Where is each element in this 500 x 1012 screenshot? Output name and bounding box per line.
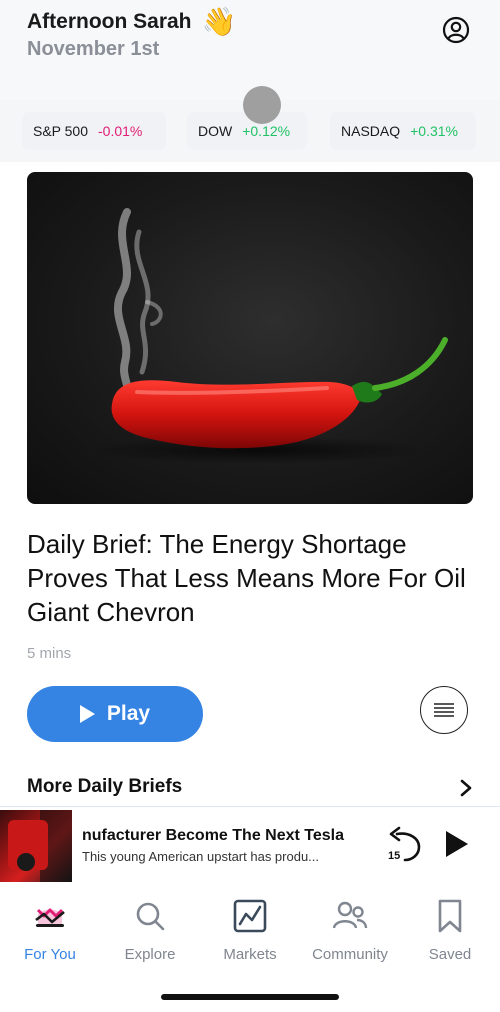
header: Afternoon Sarah 👋 November 1st — [0, 0, 500, 100]
tab-markets[interactable]: Markets — [200, 898, 300, 963]
home-indicator[interactable] — [161, 994, 339, 1000]
greeting: Afternoon Sarah 👋 — [27, 8, 236, 36]
date-label: November 1st — [27, 38, 160, 60]
hero-image-red-chili[interactable] — [27, 172, 473, 504]
play-icon — [79, 705, 95, 723]
ticker-change: +0.31% — [410, 123, 458, 139]
mini-player-thumbnail — [0, 810, 72, 882]
mini-player-subtitle: This young American upstart has produ... — [82, 849, 320, 864]
tab-label: Community — [312, 946, 388, 963]
tab-for-you[interactable]: For You — [0, 898, 100, 963]
text-lines-icon — [434, 703, 454, 717]
tab-label: Markets — [223, 946, 277, 963]
ticker-change: +0.12% — [242, 123, 291, 139]
touch-indicator — [243, 86, 281, 124]
chili-pepper-illustration — [87, 208, 448, 464]
ticker-sp500[interactable]: S&P 500 -0.01% — [22, 112, 166, 150]
play-label: Play — [106, 702, 151, 725]
mini-player[interactable]: nufacturer Become The Next Tesla This yo… — [0, 806, 500, 882]
people-icon — [332, 901, 368, 929]
waving-hand-emoji: 👋 — [201, 6, 237, 37]
rewind-seconds-label: 15 — [388, 850, 400, 862]
greeting-text: Afternoon Sarah — [27, 10, 192, 33]
ticker-change: -0.01% — [98, 123, 143, 139]
tab-explore[interactable]: Explore — [100, 898, 200, 963]
tab-community[interactable]: Community — [300, 898, 400, 963]
play-button[interactable]: Play — [27, 686, 203, 742]
transcript-button[interactable] — [420, 686, 468, 734]
mini-player-title: nufacturer Become The Next Tesla — [82, 827, 345, 844]
tab-label: Explore — [124, 946, 176, 963]
mini-play-icon[interactable] — [444, 829, 470, 859]
profile-icon[interactable] — [442, 16, 470, 44]
for-you-icon — [35, 908, 65, 927]
tab-bar: For You Explore Markets Community Saved — [0, 882, 500, 1012]
search-icon — [136, 902, 165, 931]
tab-saved[interactable]: Saved — [400, 898, 500, 963]
more-daily-briefs-link[interactable]: More Daily Briefs — [27, 776, 182, 798]
tab-label: Saved — [428, 946, 472, 963]
chevron-right-icon[interactable] — [458, 779, 474, 797]
rewind-15-icon[interactable]: 15 — [385, 826, 425, 862]
article-title[interactable]: Daily Brief: The Energy Shortage Proves … — [27, 527, 477, 629]
chart-icon — [233, 899, 267, 933]
ticker-name: NASDAQ — [341, 123, 401, 139]
bookmark-icon — [438, 899, 462, 933]
ticker-nasdaq[interactable]: NASDAQ +0.31% — [330, 112, 476, 150]
tab-label: For You — [24, 946, 76, 963]
ticker-name: S&P 500 — [33, 123, 89, 139]
ticker-name: DOW — [198, 123, 233, 139]
read-time: 5 mins — [27, 645, 72, 662]
